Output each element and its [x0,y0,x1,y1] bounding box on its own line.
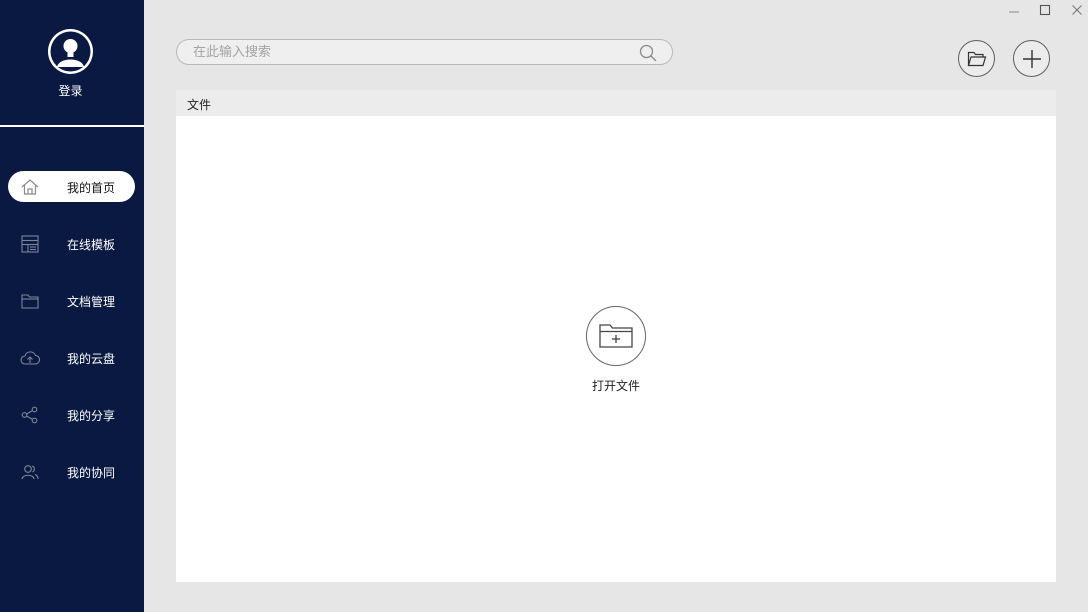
sidebar-item-label: 在线模板 [67,238,116,252]
open-folder-button[interactable] [958,40,995,77]
home-icon [21,179,39,195]
maximize-icon [1039,4,1051,16]
sidebar-item-home[interactable]: 我的首页 [8,171,135,202]
sidebar-item-share[interactable]: 我的分享 [8,399,135,430]
user-avatar-icon[interactable] [48,29,93,74]
panel-header: 文件 [176,90,1056,116]
sidebar-item-label: 我的分享 [67,409,116,423]
sidebar-item-label: 我的云盘 [67,352,116,366]
users-icon [21,465,39,480]
folder-open-icon [967,51,986,66]
folder-add-icon [599,324,633,348]
sidebar-item-templates[interactable]: 在线模板 [8,228,135,259]
close-button[interactable] [1063,0,1088,20]
sidebar-item-documents[interactable]: 文档管理 [8,285,135,316]
minimize-icon [1009,11,1019,13]
share-icon [21,406,38,424]
plus-icon [1022,49,1041,68]
close-icon [1072,5,1082,15]
search-icon[interactable] [638,43,658,63]
sidebar-item-label: 我的首页 [67,181,116,195]
file-panel: 文件 打开文件 [176,90,1056,582]
panel-header-title: 文件 [187,98,212,112]
search-bar [176,39,673,65]
open-file-button[interactable] [586,306,646,366]
sidebar-item-collaboration[interactable]: 我的协同 [8,456,135,487]
sidebar-item-label: 文档管理 [67,295,116,309]
search-input[interactable] [193,43,633,61]
sidebar-item-label: 我的协同 [67,466,116,480]
login-label[interactable]: 登录 [0,82,141,99]
maximize-button[interactable] [1031,0,1059,20]
sidebar-divider [0,125,144,127]
add-button[interactable] [1013,40,1050,77]
template-icon [21,235,39,253]
sidebar: 登录 我的首页 在线模板 文档管理 我的云盘 我的分享 我的协同 [0,0,144,612]
open-file-label[interactable]: 打开文件 [556,377,676,394]
folder-icon [21,294,39,309]
cloud-upload-icon [20,351,40,365]
minimize-button[interactable] [1000,0,1028,20]
sidebar-item-cloud[interactable]: 我的云盘 [8,342,135,373]
